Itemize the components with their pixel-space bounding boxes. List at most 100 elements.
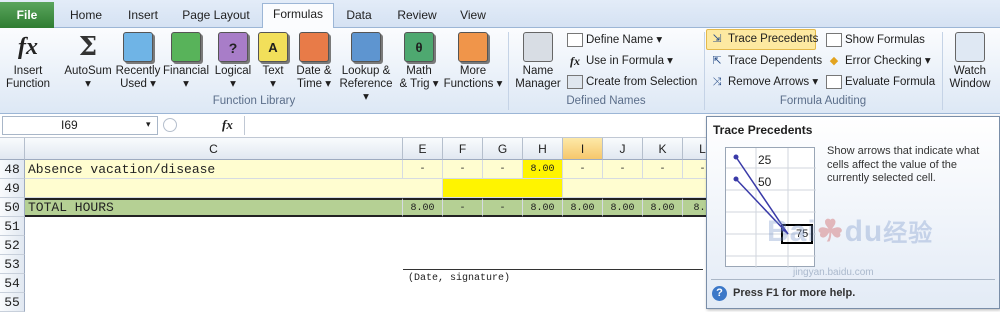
tab-formulas[interactable]: Formulas bbox=[262, 3, 334, 29]
signature-line bbox=[403, 269, 703, 270]
watch-window-icon bbox=[955, 32, 985, 62]
remove-arrows-icon: ⤨ bbox=[712, 75, 722, 88]
cell-c49[interactable] bbox=[25, 179, 443, 198]
row-header-52[interactable]: 52 bbox=[0, 236, 25, 255]
tooltip-help-text: Press F1 for more help. bbox=[733, 287, 856, 299]
more-functions-button[interactable]: More Functions ▾ bbox=[442, 32, 504, 91]
row-header-49[interactable]: 49 bbox=[0, 179, 25, 198]
lookup-book-icon bbox=[351, 32, 381, 62]
column-header-i[interactable]: I bbox=[563, 138, 603, 160]
evaluate-formula-icon bbox=[826, 74, 842, 89]
trace-precedents-button[interactable]: ⇲ Trace Precedents bbox=[709, 30, 818, 49]
tab-data[interactable]: Data bbox=[336, 5, 382, 28]
sigma-icon: Σ bbox=[78, 32, 98, 62]
cell-j50[interactable]: 8.00 bbox=[603, 198, 643, 217]
show-formulas-icon bbox=[826, 32, 842, 47]
cell-f49-h49[interactable] bbox=[443, 179, 563, 198]
group-separator bbox=[942, 32, 943, 110]
cell-i49-l49[interactable] bbox=[563, 179, 723, 198]
cell-k48[interactable]: - bbox=[643, 160, 683, 179]
cell-j48[interactable]: - bbox=[603, 160, 643, 179]
row-header-55[interactable]: 55 bbox=[0, 293, 25, 312]
error-checking-button[interactable]: ◆ Error Checking ▾ bbox=[826, 52, 931, 71]
evaluate-formula-button[interactable]: Evaluate Formula bbox=[826, 73, 935, 92]
ribbon-tab-bar: File Home Insert Page Layout Formulas Da… bbox=[0, 0, 1000, 29]
column-header-f[interactable]: F bbox=[443, 138, 483, 160]
column-header-j[interactable]: J bbox=[603, 138, 643, 160]
cell-h48[interactable]: 8.00 bbox=[523, 160, 563, 179]
date-time-button[interactable]: Date & Time ▾ bbox=[293, 32, 335, 91]
tab-home[interactable]: Home bbox=[58, 5, 114, 28]
logical-button[interactable]: ? Logical ▾ bbox=[212, 32, 254, 91]
autosum-button[interactable]: Σ AutoSum ▾ bbox=[62, 32, 114, 91]
define-name-button[interactable]: Define Name ▾ bbox=[567, 31, 662, 50]
text-book-icon: A bbox=[258, 32, 288, 62]
name-manager-button[interactable]: Name Manager bbox=[512, 32, 564, 91]
text-button[interactable]: A Text ▾ bbox=[258, 32, 288, 91]
insert-function-icon[interactable]: fx bbox=[222, 117, 233, 133]
date-time-book-icon bbox=[299, 32, 329, 62]
formula-icon: fx bbox=[570, 53, 580, 68]
watch-window-button[interactable]: Watch Window bbox=[944, 32, 996, 91]
show-formulas-button[interactable]: Show Formulas bbox=[826, 31, 925, 50]
column-header-c[interactable]: C bbox=[25, 138, 403, 160]
column-header-h[interactable]: H bbox=[523, 138, 563, 160]
cell-f48[interactable]: - bbox=[443, 160, 483, 179]
recently-used-book-icon bbox=[123, 32, 153, 62]
financial-book-icon bbox=[171, 32, 201, 62]
expand-handle[interactable] bbox=[163, 118, 177, 132]
cell-e50[interactable]: 8.00 bbox=[403, 198, 443, 217]
precedent-value-2: 50 bbox=[758, 175, 772, 189]
column-header-g[interactable]: G bbox=[483, 138, 523, 160]
define-name-icon bbox=[567, 32, 583, 47]
insert-function-button[interactable]: fx Insert Function bbox=[2, 32, 54, 91]
tooltip-title: Trace Precedents bbox=[713, 123, 813, 137]
tooltip-divider bbox=[711, 279, 995, 280]
name-box[interactable]: I69 bbox=[2, 116, 158, 135]
tooltip-description: Show arrows that indicate what cells aff… bbox=[827, 145, 980, 184]
row-header-48[interactable]: 48 bbox=[0, 160, 25, 179]
create-from-selection-button[interactable]: Create from Selection bbox=[567, 73, 697, 92]
remove-arrows-button[interactable]: ⤨ Remove Arrows ▾ bbox=[709, 73, 819, 92]
logical-book-icon: ? bbox=[218, 32, 248, 62]
math-trig-button[interactable]: θ Math & Trig ▾ bbox=[398, 32, 440, 91]
chevron-down-icon[interactable]: ▾ bbox=[146, 119, 151, 130]
tab-page-layout[interactable]: Page Layout bbox=[172, 5, 260, 28]
select-all-corner[interactable] bbox=[0, 138, 25, 160]
cell-k50[interactable]: 8.00 bbox=[643, 198, 683, 217]
recently-used-button[interactable]: Recently Used ▾ bbox=[115, 32, 161, 91]
tab-insert[interactable]: Insert bbox=[116, 5, 170, 28]
watermark-url: jingyan.baidu.com bbox=[793, 267, 874, 278]
function-icon: fx bbox=[18, 34, 38, 60]
help-icon: ? bbox=[712, 286, 727, 301]
cell-c50[interactable]: TOTAL HOURS bbox=[25, 198, 403, 217]
name-manager-icon bbox=[523, 32, 553, 62]
cell-e48[interactable]: - bbox=[403, 160, 443, 179]
group-label-defined-names: Defined Names bbox=[566, 95, 646, 107]
cell-e54[interactable]: (Date, signature) bbox=[408, 273, 510, 284]
row-header-53[interactable]: 53 bbox=[0, 255, 25, 274]
lookup-reference-button[interactable]: Lookup & Reference ▾ bbox=[336, 32, 396, 104]
cell-g48[interactable]: - bbox=[483, 160, 523, 179]
trace-dependents-button[interactable]: ⇱ Trace Dependents bbox=[709, 52, 822, 71]
tab-review[interactable]: Review bbox=[388, 5, 446, 28]
use-in-formula-button[interactable]: fx Use in Formula ▾ bbox=[567, 52, 673, 71]
ribbon: fx Insert Function Σ AutoSum ▾ Recently … bbox=[0, 28, 1000, 114]
cell-c48[interactable]: Absence vacation/disease bbox=[25, 160, 403, 179]
column-header-k[interactable]: K bbox=[643, 138, 683, 160]
tab-file[interactable]: File bbox=[0, 2, 54, 28]
financial-button[interactable]: Financial ▾ bbox=[161, 32, 211, 91]
tooltip-preview: 25 50 75 bbox=[725, 147, 816, 268]
cell-i50[interactable]: 8.00 bbox=[563, 198, 603, 217]
cell-g50[interactable]: - bbox=[483, 198, 523, 217]
create-from-selection-icon bbox=[567, 74, 583, 89]
tab-view[interactable]: View bbox=[450, 5, 496, 28]
cell-i48[interactable]: - bbox=[563, 160, 603, 179]
cell-h50[interactable]: 8.00 bbox=[523, 198, 563, 217]
group-label-formula-auditing: Formula Auditing bbox=[779, 95, 867, 107]
column-header-e[interactable]: E bbox=[403, 138, 443, 160]
row-header-54[interactable]: 54 bbox=[0, 274, 25, 293]
cell-f50[interactable]: - bbox=[443, 198, 483, 217]
row-header-50[interactable]: 50 bbox=[0, 198, 25, 217]
row-header-51[interactable]: 51 bbox=[0, 217, 25, 236]
